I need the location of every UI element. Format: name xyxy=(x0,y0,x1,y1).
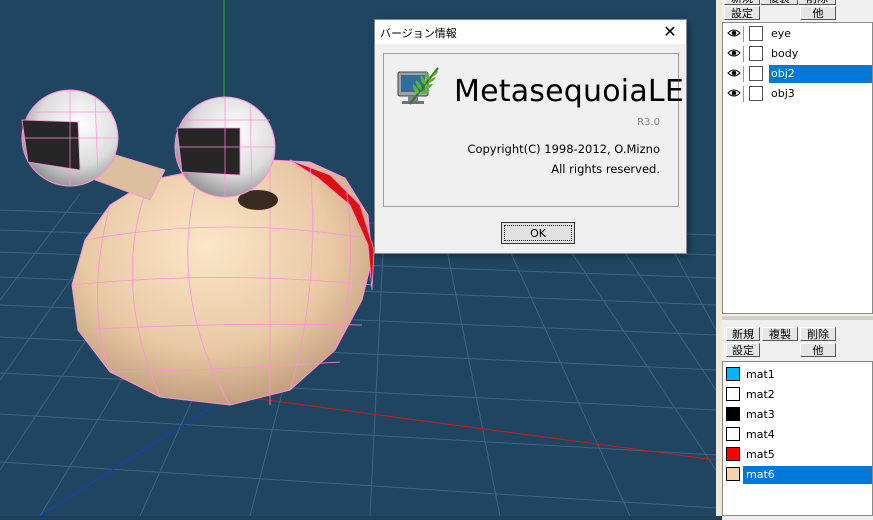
visibility-eye-icon[interactable] xyxy=(727,27,741,40)
object-row-obj3[interactable]: obj3 xyxy=(723,84,872,104)
material-name: mat4 xyxy=(746,428,775,441)
material-spacer xyxy=(760,343,800,357)
object-copy-button[interactable]: 複製 xyxy=(760,0,798,5)
visibility-eye-icon[interactable] xyxy=(727,67,741,80)
app-name: MetasequoiaLE xyxy=(454,74,684,109)
object-name: body xyxy=(771,47,799,60)
object-settings-button[interactable]: 設定 xyxy=(724,6,760,20)
material-row-mat5[interactable]: mat5 xyxy=(723,445,872,465)
material-color-swatch xyxy=(726,367,740,381)
model-eyes xyxy=(21,89,276,201)
lock-box-icon[interactable] xyxy=(749,66,763,81)
rights-text: All rights reserved. xyxy=(551,162,660,176)
lock-box-icon[interactable] xyxy=(749,46,763,61)
material-other-button[interactable]: 他 xyxy=(800,343,836,357)
object-panel: 新規 複製 削除 設定 他 eye body obj2 xyxy=(722,0,873,316)
object-other-button[interactable]: 他 xyxy=(800,6,836,20)
object-list: eye body obj2 obj3 xyxy=(722,22,873,314)
object-row-body[interactable]: body xyxy=(723,44,872,64)
about-dialog: バージョン情報 ✕ MetasequoiaLE R3.0 Copyright(C… xyxy=(374,19,687,254)
object-name: obj3 xyxy=(771,87,795,100)
material-button-row-top: 新規 複製 削除 xyxy=(726,327,836,343)
material-color-swatch xyxy=(726,467,740,481)
dialog-titlebar[interactable]: バージョン情報 ✕ xyxy=(375,20,686,44)
material-name: mat2 xyxy=(746,388,775,401)
object-row-eye[interactable]: eye xyxy=(723,24,872,44)
object-delete-button[interactable]: 削除 xyxy=(798,0,836,5)
lock-box-icon[interactable] xyxy=(749,26,763,41)
visibility-eye-icon[interactable] xyxy=(727,47,741,60)
material-name: mat5 xyxy=(746,448,775,461)
close-icon[interactable]: ✕ xyxy=(660,22,680,42)
object-name: obj2 xyxy=(769,65,872,83)
material-row-mat4[interactable]: mat4 xyxy=(723,425,872,445)
material-row-mat1[interactable]: mat1 xyxy=(723,365,872,385)
lock-box-icon[interactable] xyxy=(749,86,763,101)
z-axis xyxy=(39,394,231,516)
fern-monitor-icon xyxy=(397,67,439,105)
material-list: mat1 mat2 mat3 mat4 mat5 mat6 xyxy=(722,361,873,516)
object-row-obj2[interactable]: obj2 xyxy=(723,64,872,84)
object-button-row-bottom: 設定 他 xyxy=(724,6,836,22)
material-color-swatch xyxy=(726,427,740,441)
material-new-button[interactable]: 新規 xyxy=(726,327,760,341)
copyright-text: Copyright(C) 1998-2012, O.Mizno xyxy=(467,142,660,156)
material-copy-button[interactable]: 複製 xyxy=(762,327,798,341)
dialog-info-panel: MetasequoiaLE R3.0 Copyright(C) 1998-201… xyxy=(383,53,684,207)
material-row-mat6[interactable]: mat6 xyxy=(723,465,872,485)
visibility-eye-icon[interactable] xyxy=(727,87,741,100)
material-row-mat2[interactable]: mat2 xyxy=(723,385,872,405)
object-name: eye xyxy=(771,27,792,40)
ok-button-label: OK xyxy=(504,225,572,241)
dialog-title: バージョン情報 xyxy=(380,27,457,40)
material-button-row-bottom: 設定 他 xyxy=(726,343,836,359)
material-color-swatch xyxy=(726,447,740,461)
material-name: mat6 xyxy=(743,466,872,484)
ok-button[interactable]: OK xyxy=(501,222,575,244)
x-axis xyxy=(229,394,716,461)
material-panel: 新規 複製 削除 設定 他 mat1 mat2 mat3 mat4 mat5 m… xyxy=(722,316,873,520)
material-name: mat1 xyxy=(746,368,775,381)
material-settings-button[interactable]: 設定 xyxy=(726,343,760,357)
object-new-button[interactable]: 新規 xyxy=(724,0,760,5)
material-delete-button[interactable]: 削除 xyxy=(800,327,836,341)
object-spacer xyxy=(760,6,800,20)
material-color-swatch xyxy=(726,387,740,401)
material-row-mat3[interactable]: mat3 xyxy=(723,405,872,425)
material-color-swatch xyxy=(726,407,740,421)
material-name: mat3 xyxy=(746,408,775,421)
app-version: R3.0 xyxy=(637,117,660,128)
